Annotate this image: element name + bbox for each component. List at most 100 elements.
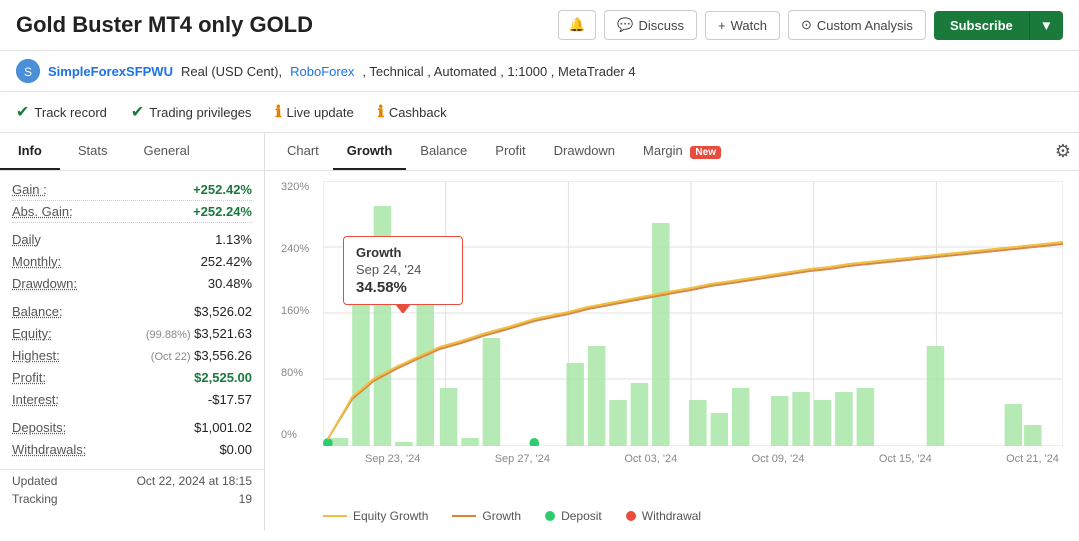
chart-tooltip: Growth Sep 24, '24 34.58% [343,236,463,305]
bell-button[interactable]: 🔔 [558,10,597,40]
daily-label: Daily [12,232,41,247]
broker-link[interactable]: RoboForex [290,64,354,79]
author-link[interactable]: SimpleForexSFPWU [48,64,173,79]
watch-label: Watch [731,18,767,33]
y-label-80: 80% [281,367,316,379]
tracking-value: 19 [239,492,252,506]
header-actions: 🔔 💬 Discuss + Watch ⊙ Custom Analysis Su… [558,10,1063,40]
legend-withdrawal: Withdrawal [626,509,701,523]
updated-row: Updated Oct 22, 2024 at 18:15 [0,469,264,490]
highest-value: (Oct 22) $3,556.26 [151,348,252,363]
daily-row: Daily 1.13% [12,229,252,251]
filter-icon[interactable]: ⚙ [1055,141,1071,162]
legend-withdrawal-label: Withdrawal [642,509,701,523]
x-label-oct21: Oct 21, '24 [1006,453,1059,465]
withdrawals-row: Withdrawals: $0.00 [12,439,252,461]
left-panel: Info Stats General Gain : +252.42% Abs. … [0,133,265,531]
balance-value: $3,526.02 [194,304,252,319]
chart-tab-profit[interactable]: Profit [481,133,539,170]
main-content: Info Stats General Gain : +252.42% Abs. … [0,133,1079,531]
gain-row: Gain : +252.42% [12,179,252,201]
withdrawals-label: Withdrawals: [12,442,86,457]
warn-icon: ℹ [378,102,384,122]
x-label-oct15: Oct 15, '24 [879,453,932,465]
x-label-sep23: Sep 23, '24 [365,453,420,465]
tooltip-arrow [395,304,411,314]
chart-tab-chart[interactable]: Chart [273,133,333,170]
chart-tab-balance[interactable]: Balance [406,133,481,170]
page-title: Gold Buster MT4 only GOLD [16,12,313,38]
chart-y-labels: 320% 240% 160% 80% 0% [281,181,316,441]
legend-deposit: Deposit [545,509,602,523]
custom-analysis-label: Custom Analysis [817,18,913,33]
tab-general[interactable]: General [125,133,207,170]
chart-tab-growth[interactable]: Growth [333,133,407,170]
subscribe-main-button[interactable]: Subscribe [934,11,1029,40]
legend-deposit-label: Deposit [561,509,602,523]
interest-row: Interest: -$17.57 [12,389,252,411]
chart-x-labels: Sep 23, '24 Sep 27, '24 Oct 03, '24 Oct … [323,453,1063,465]
tooltip-value: 34.58% [356,279,450,296]
page-header: Gold Buster MT4 only GOLD 🔔 💬 Discuss + … [0,0,1079,51]
badge-track-record-label: Track record [34,105,106,120]
withdrawal-dot [626,511,636,521]
abs-gain-value: +252.24% [193,204,252,219]
equity-value: (99.88%) $3,521.63 [146,326,252,341]
interest-label: Interest: [12,392,59,407]
chart-area: 320% 240% 160% 80% 0% [265,171,1079,501]
daily-value: 1.13% [215,232,252,247]
deposits-row: Deposits: $1,001.02 [12,417,252,439]
x-label-oct09: Oct 09, '24 [752,453,805,465]
y-label-240: 240% [281,243,316,255]
badge-live-update-label: Live update [287,105,354,120]
account-type: Real (USD Cent), [181,64,282,79]
check-icon: ✔ [131,102,144,122]
chart-tabs: Chart Growth Balance Profit Drawdown Mar… [265,133,1079,171]
subscribe-dropdown-button[interactable]: ▼ [1029,11,1063,40]
y-label-0: 0% [281,429,316,441]
highest-label: Highest: [12,348,60,363]
tooltip-arrow-inner [396,313,410,322]
tooltip-title: Growth [356,245,450,260]
tab-stats[interactable]: Stats [60,133,126,170]
legend-growth: Growth [452,509,521,523]
balance-label: Balance: [12,304,63,319]
y-label-320: 320% [281,181,316,193]
new-badge: New [690,146,721,159]
abs-gain-row: Abs. Gain: +252.24% [12,201,252,223]
deposits-label: Deposits: [12,420,66,435]
badge-cashback: ℹ Cashback [378,102,447,122]
legend-growth-label: Growth [482,509,521,523]
gain-value: +252.42% [193,182,252,197]
balance-row: Balance: $3,526.02 [12,301,252,323]
abs-gain-label: Abs. Gain: [12,204,73,219]
badge-trading-privileges-label: Trading privileges [149,105,251,120]
badge-trading-privileges: ✔ Trading privileges [131,102,252,122]
tracking-label: Tracking [12,492,58,506]
avatar: S [16,59,40,83]
equity-growth-line [323,515,347,517]
drawdown-label: Drawdown: [12,276,77,291]
author-row: S SimpleForexSFPWU Real (USD Cent), Robo… [0,51,1079,92]
tab-info[interactable]: Info [0,133,60,170]
monthly-value: 252.42% [201,254,252,269]
withdrawals-value: $0.00 [219,442,252,457]
warn-icon: ℹ [275,102,281,122]
chart-svg [323,181,1063,446]
chart-tab-drawdown[interactable]: Drawdown [540,133,629,170]
equity-label: Equity: [12,326,52,341]
chart-tab-margin[interactable]: Margin New [629,133,735,170]
badge-live-update: ℹ Live update [275,102,353,122]
discuss-label: Discuss [638,18,684,33]
custom-analysis-button[interactable]: ⊙ Custom Analysis [788,10,926,40]
badge-track-record: ✔ Track record [16,102,107,122]
discuss-button[interactable]: 💬 Discuss [604,10,697,40]
badges-row: ✔ Track record ✔ Trading privileges ℹ Li… [0,92,1079,133]
growth-line [452,515,476,517]
info-section: Gain : +252.42% Abs. Gain: +252.24% Dail… [0,171,264,469]
discuss-icon: 💬 [617,17,633,33]
watch-button[interactable]: + Watch [705,11,780,40]
tracking-row: Tracking 19 [0,490,264,512]
legend-equity-growth: Equity Growth [323,509,428,523]
equity-row: Equity: (99.88%) $3,521.63 [12,323,252,345]
